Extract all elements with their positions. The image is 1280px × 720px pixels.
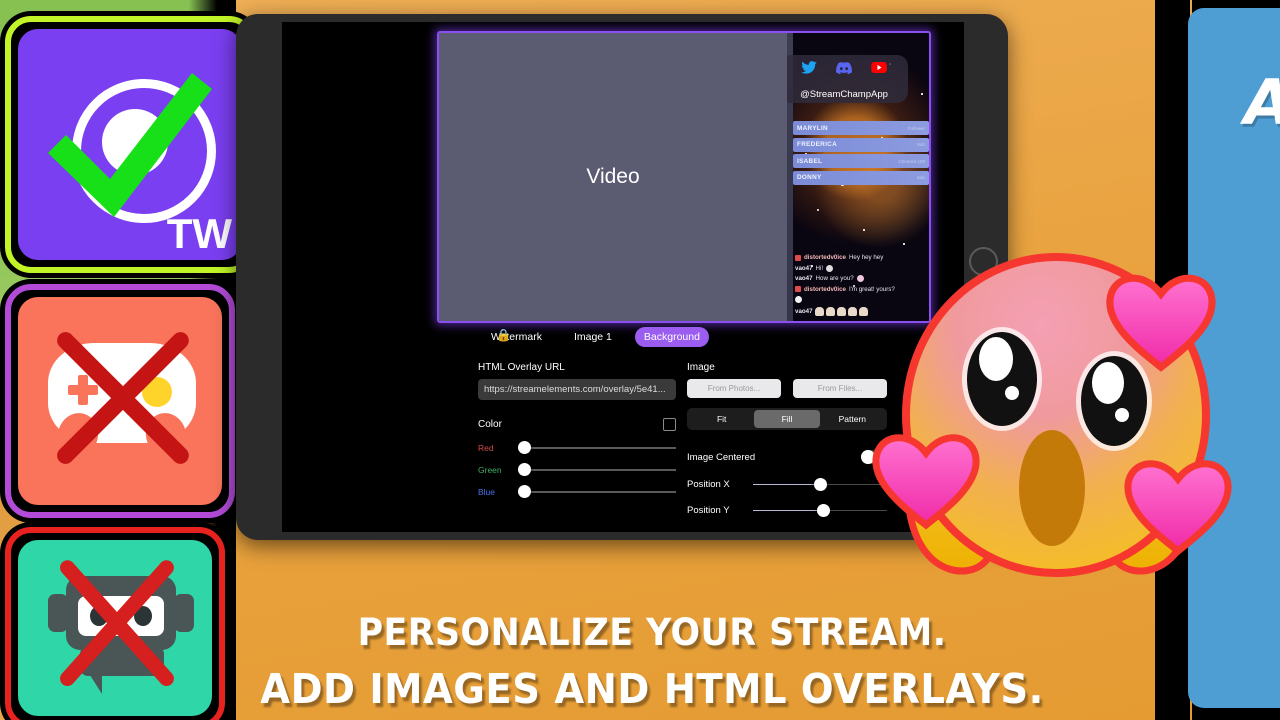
chat-emote-icon [814, 306, 824, 316]
fit-mode-fill[interactable]: Fill [754, 410, 820, 428]
caption-line-1: PERSONALIZE YOUR STREAM. [357, 611, 947, 654]
event-meta: Follower [907, 125, 925, 131]
chat-badge-icon [795, 254, 801, 261]
image-source-buttons: From Photos... From Files... [687, 379, 887, 398]
chat-username: vao47 [795, 264, 813, 272]
position-y-row[interactable]: Position Y [687, 503, 887, 517]
chat-username: vao47 [795, 275, 813, 282]
lock-icon: 🔒 [496, 328, 511, 342]
chat-badge-icon [795, 286, 801, 292]
event-name: MARYLIN [797, 124, 828, 132]
list-item: MARYLIN Follower [793, 121, 929, 135]
chat-emote-icon [856, 275, 864, 282]
chat-text: Hi! [815, 264, 824, 272]
green-slider-track[interactable] [518, 463, 676, 477]
position-x-knob[interactable] [814, 477, 827, 491]
red-slider-row[interactable]: Red [478, 441, 676, 455]
chat-username: distortedv0ice [804, 285, 846, 293]
chat-emote-icon [847, 306, 857, 316]
blue-panel-letter: A [1244, 66, 1280, 139]
streamlabs-icon-body [18, 540, 212, 716]
fit-mode-fit[interactable]: Fit [689, 410, 754, 428]
chat-emote-icon [836, 306, 846, 316]
blue-slider-track[interactable] [518, 485, 676, 499]
html-overlay-url-input[interactable]: https://streamelements.com/overlay/5e41.… [478, 379, 676, 400]
position-y-label: Position Y [687, 505, 730, 516]
omlet-icon-body [18, 297, 222, 505]
twitch-icon-label: TW [166, 210, 232, 257]
position-x-row[interactable]: Position X [687, 477, 887, 491]
social-widget: @StreamChampApp [787, 55, 908, 103]
chat-emote-icon [825, 306, 835, 316]
streamlabs-crossed-icon [5, 527, 225, 720]
event-name: ISABEL [797, 157, 823, 165]
chat-username: distortedv0ice [804, 254, 846, 261]
chat-emote-icon [795, 296, 802, 303]
list-item: ISABEL Cheered 100 [793, 154, 929, 168]
blue-slider-knob[interactable] [518, 485, 531, 499]
caption-text: PERSONALIZE YOUR STREAM. ADD IMAGES AND … [248, 606, 1056, 719]
position-y-knob[interactable] [816, 503, 830, 517]
discord-icon [835, 61, 853, 74]
tab-image-1[interactable]: Image 1 [565, 327, 621, 347]
list-item: FREDERICA Sub [793, 137, 929, 152]
red-cross-out-icon [57, 332, 189, 464]
social-icon-row [787, 61, 908, 74]
video-placeholder-label: Video [586, 165, 640, 188]
red-cross-out-icon [60, 560, 174, 686]
chat-text: How are you? [815, 275, 854, 282]
from-photos-button[interactable]: From Photos... [687, 379, 781, 398]
color-swatch[interactable] [663, 418, 676, 431]
color-section-header: Color [478, 418, 676, 431]
stream-preview[interactable]: Video @StreamChampApp MARYLIN Follower F… [437, 31, 931, 323]
emoji-mouth [1019, 430, 1085, 546]
tab-background[interactable]: Background [634, 327, 709, 347]
image-section-label: Image [687, 362, 715, 373]
event-name: DONNY [797, 174, 822, 181]
green-slider-knob[interactable] [518, 463, 531, 477]
omlet-arcade-crossed-icon [5, 284, 235, 518]
image-settings-panel: Image From Photos... From Files... Fit F… [687, 362, 887, 532]
screaming-face-emoji [866, 243, 1246, 613]
caption-line-2: ADD IMAGES AND HTML OVERLAYS. [260, 664, 1044, 713]
tab-image-1-label: Image 1 [573, 331, 612, 343]
twitch-approved-icon: TW [5, 16, 255, 273]
position-y-fill [753, 509, 823, 512]
twitch-approved-icon-body: TW [18, 29, 242, 260]
image-centered-row: Image Centered [687, 450, 887, 464]
image-centered-label: Image Centered [687, 451, 756, 463]
red-slider-knob[interactable] [518, 441, 531, 455]
red-slider-track[interactable] [518, 441, 676, 455]
event-meta: Sub [916, 175, 925, 180]
chat-emote-icon [826, 264, 834, 272]
twitter-icon [800, 61, 818, 74]
chat-username: vao47 [795, 307, 813, 315]
color-label: Color [478, 419, 502, 430]
tab-background-label: Background [643, 331, 700, 343]
background-settings-panel: HTML Overlay URL https://streamelements.… [478, 362, 676, 499]
position-x-label: Position X [687, 479, 730, 490]
tablet-screen: Video @StreamChampApp MARYLIN Follower F… [282, 22, 964, 532]
event-meta: Cheered 100 [898, 158, 925, 164]
tab-watermark[interactable]: Watermark 🔒 [482, 327, 551, 347]
event-name: FREDERICA [797, 141, 837, 148]
social-handle: @StreamChampApp [800, 89, 888, 100]
youtube-icon [870, 61, 888, 74]
thumbnail-stage: A TW [0, 0, 1280, 720]
recent-events-list: MARYLIN Follower FREDERICA Sub ISABEL Ch… [793, 121, 929, 187]
event-meta: Sub [916, 142, 925, 147]
tab-bar: Watermark 🔒 Image 1 Background [482, 327, 709, 347]
blue-slider-row[interactable]: Blue [478, 485, 676, 499]
video-placeholder: Video [439, 33, 787, 321]
html-overlay-url-label: HTML Overlay URL [478, 362, 565, 373]
list-item: DONNY Sub [793, 170, 929, 185]
fit-mode-segmented-control: Fit Fill Pattern [687, 408, 887, 430]
position-x-fill [753, 483, 820, 486]
green-slider-row[interactable]: Green [478, 463, 676, 477]
